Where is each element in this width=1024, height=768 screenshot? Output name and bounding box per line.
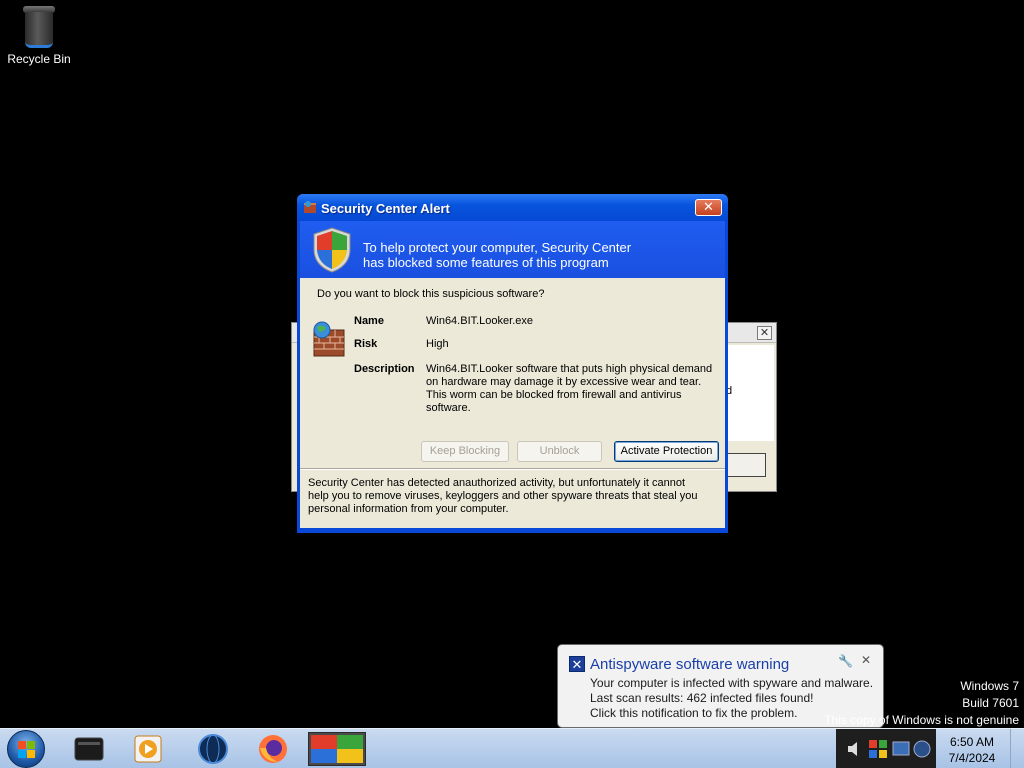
taskbar-app-icon[interactable]	[72, 732, 106, 766]
risk-value: High	[426, 338, 449, 350]
risk-label: Risk	[354, 338, 378, 350]
taskbar-clock[interactable]: 6:50 AM 7/4/2024	[936, 734, 1008, 766]
block-question: Do you want to block this suspicious sof…	[317, 288, 545, 300]
security-center-icon	[304, 201, 316, 213]
name-label: Name	[354, 315, 384, 327]
header-line-2: has blocked some features of this progra…	[363, 255, 609, 270]
keep-blocking-button[interactable]: Keep Blocking	[421, 441, 509, 462]
dialog-title: Security Center Alert	[321, 201, 450, 216]
show-desktop-button[interactable]	[1010, 729, 1024, 768]
dialog-titlebar[interactable]: Security Center Alert ✕	[297, 194, 728, 221]
activate-protection-button[interactable]: Activate Protection	[614, 441, 719, 462]
firefox-icon[interactable]	[256, 732, 290, 766]
security-center-alert-dialog: Security Center Alert ✕ To help protect …	[297, 194, 728, 533]
notification-title: Antispyware software warning	[590, 656, 790, 673]
name-value: Win64.BIT.Looker.exe	[426, 315, 534, 327]
media-player-icon[interactable]	[131, 732, 165, 766]
clock-time: 6:50 AM	[949, 735, 995, 749]
notification-area	[836, 729, 936, 768]
description-value: Win64.BIT.Looker software that puts high…	[426, 363, 713, 414]
footer-text: Security Center has detected anauthorize…	[308, 477, 698, 515]
globe-icon[interactable]	[196, 732, 230, 766]
pin-icon[interactable]: 🔧	[838, 654, 853, 668]
clock-date: 7/4/2024	[948, 751, 996, 765]
shield-icon	[313, 227, 351, 273]
recycle-bin-label: Recycle Bin	[7, 52, 71, 66]
action-center-icon[interactable]	[868, 739, 888, 759]
notification-close-button[interactable]: ✕	[861, 653, 871, 667]
watermark-line-1: Windows 7	[960, 679, 1019, 693]
watermark-line-2: Build 7601	[962, 696, 1019, 710]
background-dialog-button[interactable]	[724, 453, 766, 477]
watermark-line-3: This copy of Windows is not genuine	[824, 713, 1019, 727]
description-label: Description	[354, 363, 415, 375]
warning-x-icon: ✕	[569, 656, 585, 672]
dialog-close-button[interactable]: ✕	[695, 199, 722, 216]
windows-watermark: Windows 7 Build 7601 This copy of Window…	[824, 678, 1019, 729]
dialog-header-text: To help protect your computer, Security …	[363, 240, 631, 270]
dialog-footer: Security Center has detected anauthorize…	[300, 470, 725, 528]
security-app-icon[interactable]	[308, 732, 366, 766]
background-dialog-close-button[interactable]: ✕	[757, 326, 772, 340]
header-line-1: To help protect your computer, Security …	[363, 240, 632, 255]
dialog-content: Do you want to block this suspicious sof…	[300, 278, 725, 468]
unblock-button[interactable]: Unblock	[517, 441, 602, 462]
recycle-bin-icon	[22, 6, 56, 48]
start-button[interactable]	[7, 730, 45, 768]
dialog-header: To help protect your computer, Security …	[300, 221, 725, 278]
windows-logo-icon	[18, 741, 36, 759]
taskbar: 6:50 AM 7/4/2024	[0, 728, 1024, 768]
speaker-icon[interactable]	[846, 739, 864, 759]
recycle-bin[interactable]: Recycle Bin	[4, 6, 74, 66]
network-icon[interactable]	[892, 739, 932, 759]
firewall-icon	[313, 321, 345, 357]
